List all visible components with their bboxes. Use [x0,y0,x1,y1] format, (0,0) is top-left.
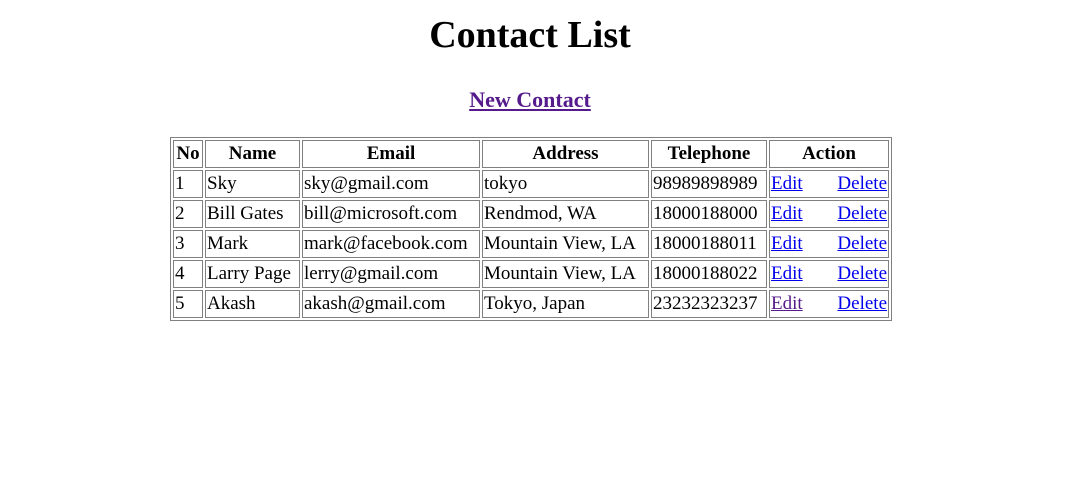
cell-action: Edit Delete [769,290,889,318]
cell-action: Edit Delete [769,230,889,258]
cell-action: Edit Delete [769,260,889,288]
header-no: No [173,140,203,168]
cell-email: lerry@gmail.com [302,260,480,288]
header-name: Name [205,140,300,168]
cell-name: Sky [205,170,300,198]
cell-address: Tokyo, Japan [482,290,649,318]
cell-name: Akash [205,290,300,318]
edit-link[interactable]: Edit [771,293,803,315]
cell-address: Rendmod, WA [482,200,649,228]
cell-no: 3 [173,230,203,258]
new-contact-container: New Contact [0,86,1060,114]
cell-telephone: 18000188000 [651,200,767,228]
cell-name: Bill Gates [205,200,300,228]
cell-address: tokyo [482,170,649,198]
table-row: 1 Sky sky@gmail.com tokyo 98989898989 Ed… [173,170,889,198]
cell-telephone: 98989898989 [651,170,767,198]
table-row: 5 Akash akash@gmail.com Tokyo, Japan 232… [173,290,889,318]
cell-telephone: 18000188011 [651,230,767,258]
header-telephone: Telephone [651,140,767,168]
header-action: Action [769,140,889,168]
cell-no: 1 [173,170,203,198]
delete-link[interactable]: Delete [837,293,887,315]
cell-no: 2 [173,200,203,228]
cell-name: Mark [205,230,300,258]
table-row: 4 Larry Page lerry@gmail.com Mountain Vi… [173,260,889,288]
cell-email: bill@microsoft.com [302,200,480,228]
table-row: 2 Bill Gates bill@microsoft.com Rendmod,… [173,200,889,228]
cell-email: sky@gmail.com [302,170,480,198]
cell-name: Larry Page [205,260,300,288]
page-title: Contact List [429,14,631,56]
cell-action: Edit Delete [769,200,889,228]
cell-telephone: 18000188022 [651,260,767,288]
delete-link[interactable]: Delete [837,263,887,285]
cell-email: mark@facebook.com [302,230,480,258]
cell-telephone: 23232323237 [651,290,767,318]
cell-action: Edit Delete [769,170,889,198]
delete-link[interactable]: Delete [837,203,887,225]
edit-link[interactable]: Edit [771,173,803,195]
cell-email: akash@gmail.com [302,290,480,318]
new-contact-link[interactable]: New Contact [469,87,591,112]
header-email: Email [302,140,480,168]
cell-no: 5 [173,290,203,318]
edit-link[interactable]: Edit [771,203,803,225]
edit-link[interactable]: Edit [771,263,803,285]
table-header-row: No Name Email Address Telephone Action [173,140,889,168]
page: Contact List New Contact No Name Email A… [0,0,1080,481]
table-row: 3 Mark mark@facebook.com Mountain View, … [173,230,889,258]
header-address: Address [482,140,649,168]
delete-link[interactable]: Delete [837,173,887,195]
cell-address: Mountain View, LA [482,260,649,288]
cell-no: 4 [173,260,203,288]
edit-link[interactable]: Edit [771,233,803,255]
contact-table: No Name Email Address Telephone Action 1… [170,137,892,321]
delete-link[interactable]: Delete [837,233,887,255]
cell-address: Mountain View, LA [482,230,649,258]
